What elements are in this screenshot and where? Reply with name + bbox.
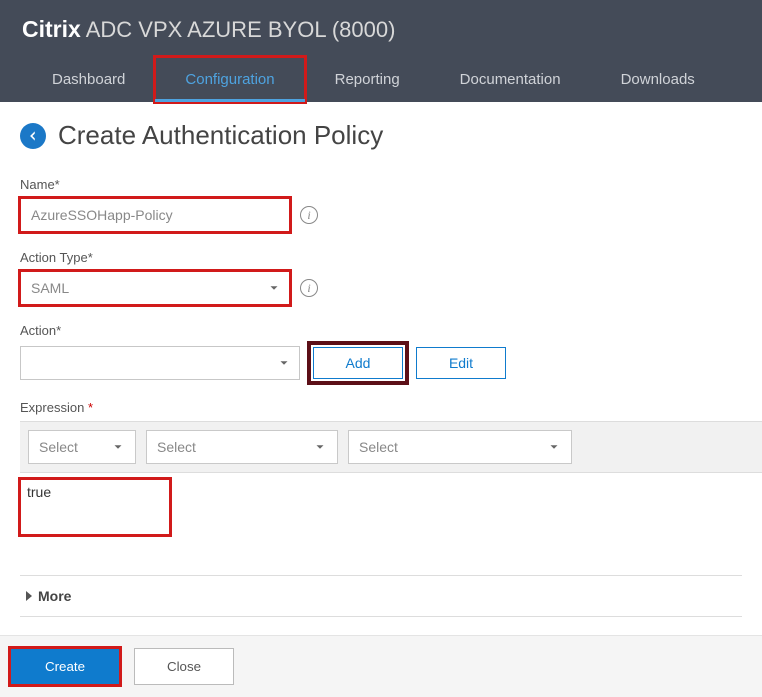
arrow-left-icon [26, 129, 40, 143]
footer-actions: Create Close [0, 635, 762, 697]
expression-input[interactable] [20, 479, 170, 535]
expression-toolbar: Select Select Select [20, 421, 762, 473]
brand-bar: Citrix ADC VPX AZURE BYOL (8000) [22, 16, 740, 57]
chevron-down-icon [111, 440, 125, 454]
create-button[interactable]: Create [10, 648, 120, 685]
expression-select-1[interactable]: Select [28, 430, 136, 464]
brand-logo: Citrix [22, 16, 81, 42]
page-title: Create Authentication Policy [58, 120, 383, 151]
nav-reporting[interactable]: Reporting [305, 57, 430, 102]
nav-dashboard[interactable]: Dashboard [22, 57, 155, 102]
close-button[interactable]: Close [134, 648, 234, 685]
main-nav: Dashboard Configuration Reporting Docume… [22, 57, 740, 102]
triangle-right-icon [26, 591, 32, 601]
nav-documentation[interactable]: Documentation [430, 57, 591, 102]
chevron-down-icon [547, 440, 561, 454]
action-label: Action* [20, 323, 742, 338]
expression-select-3[interactable]: Select [348, 430, 572, 464]
action-type-label: Action Type* [20, 250, 742, 265]
info-icon: i [300, 206, 318, 224]
expression-label: Expression * [20, 400, 742, 415]
add-highlight: Add [310, 344, 406, 382]
name-input[interactable] [20, 198, 290, 232]
more-label: More [38, 588, 71, 604]
nav-configuration[interactable]: Configuration [155, 57, 304, 102]
brand-product: ADC VPX AZURE BYOL (8000) [86, 17, 396, 42]
name-label: Name* [20, 177, 742, 192]
expression-select-2[interactable]: Select [146, 430, 338, 464]
action-select[interactable] [20, 346, 300, 380]
back-button[interactable] [20, 123, 46, 149]
action-type-select[interactable]: SAML [20, 271, 290, 305]
add-button[interactable]: Add [313, 347, 403, 379]
chevron-down-icon [313, 440, 327, 454]
edit-button[interactable]: Edit [416, 347, 506, 379]
chevron-down-icon [267, 281, 281, 295]
nav-downloads[interactable]: Downloads [591, 57, 725, 102]
action-type-value: SAML [31, 280, 69, 296]
more-toggle[interactable]: More [20, 575, 742, 617]
info-icon: i [300, 279, 318, 297]
chevron-down-icon [277, 356, 291, 370]
